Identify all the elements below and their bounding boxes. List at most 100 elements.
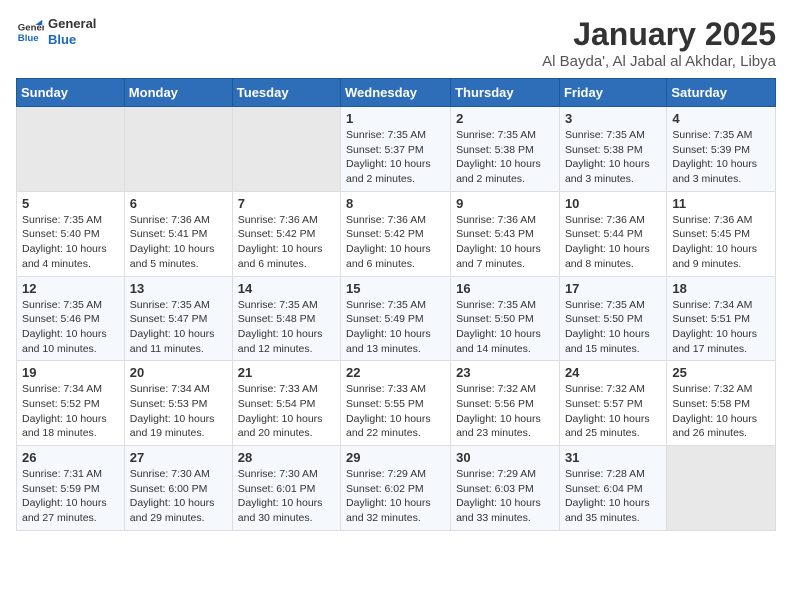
day-info: Sunrise: 7:36 AMSunset: 5:41 PMDaylight:… [130,213,227,272]
day-cell: 16Sunrise: 7:35 AMSunset: 5:50 PMDayligh… [451,276,560,361]
day-cell: 31 Sunrise: 7:28 AMSunset: 6:04 PMDayligh… [559,446,666,531]
day-info: Sunrise: 7:36 AMSunset: 5:45 PMDaylight:… [672,213,770,272]
day-cell: 8 Sunrise: 7:36 AMSunset: 5:42 PMDaylight… [341,191,451,276]
week-row-5: 26 Sunrise: 7:31 AMSunset: 5:59 PMDayligh… [17,446,776,531]
day-number: 31 [565,450,661,465]
day-cell: 4Sunrise: 7:35 AMSunset: 5:39 PMDaylight… [667,107,776,192]
day-cell: 14 Sunrise: 7:35 AMSunset: 5:48 PMDayligh… [232,276,340,361]
day-number: 9 [456,196,554,211]
day-number: 24 [565,365,661,380]
day-info: Sunrise: 7:36 AMSunset: 5:42 PMDaylight:… [346,213,445,272]
header-cell-monday: Monday [124,79,232,107]
day-info: Sunrise: 7:29 AMSunset: 6:02 PMDaylight:… [346,467,445,526]
svg-text:Blue: Blue [18,32,39,43]
day-info: Sunrise: 7:36 AMSunset: 5:42 PMDaylight:… [238,213,335,272]
day-cell: 22Sunrise: 7:33 AMSunset: 5:55 PMDayligh… [341,361,451,446]
calendar-table: SundayMondayTuesdayWednesdayThursdayFrid… [16,78,776,531]
day-cell: 26 Sunrise: 7:31 AMSunset: 5:59 PMDayligh… [17,446,125,531]
day-info: Sunrise: 7:28 AMSunset: 6:04 PMDaylight:… [565,467,661,526]
header-row: SundayMondayTuesdayWednesdayThursdayFrid… [17,79,776,107]
day-cell: 7 Sunrise: 7:36 AMSunset: 5:42 PMDaylight… [232,191,340,276]
week-row-3: 12 Sunrise: 7:35 AMSunset: 5:46 PMDayligh… [17,276,776,361]
day-number: 18 [672,281,770,296]
day-cell: 25 Sunrise: 7:32 AMSunset: 5:58 PMDayligh… [667,361,776,446]
day-number: 10 [565,196,661,211]
day-number: 30 [456,450,554,465]
header-cell-friday: Friday [559,79,666,107]
week-row-1: 1Sunrise: 7:35 AMSunset: 5:37 PMDaylight… [17,107,776,192]
day-cell [124,107,232,192]
day-cell: 20Sunrise: 7:34 AMSunset: 5:53 PMDayligh… [124,361,232,446]
day-number: 14 [238,281,335,296]
day-number: 13 [130,281,227,296]
day-number: 15 [346,281,445,296]
day-info: Sunrise: 7:35 AMSunset: 5:47 PMDaylight:… [130,298,227,357]
day-cell [667,446,776,531]
day-info: Sunrise: 7:35 AMSunset: 5:50 PMDaylight:… [565,298,661,357]
day-info: Sunrise: 7:34 AMSunset: 5:53 PMDaylight:… [130,382,227,441]
day-cell: 11Sunrise: 7:36 AMSunset: 5:45 PMDayligh… [667,191,776,276]
day-cell: 13 Sunrise: 7:35 AMSunset: 5:47 PMDayligh… [124,276,232,361]
day-info: Sunrise: 7:36 AMSunset: 5:43 PMDaylight:… [456,213,554,272]
day-cell: 30 Sunrise: 7:29 AMSunset: 6:03 PMDayligh… [451,446,560,531]
day-number: 27 [130,450,227,465]
day-info: Sunrise: 7:36 AMSunset: 5:44 PMDaylight:… [565,213,661,272]
day-info: Sunrise: 7:31 AMSunset: 5:59 PMDaylight:… [22,467,119,526]
header-cell-sunday: Sunday [17,79,125,107]
day-number: 4 [672,111,770,126]
week-row-2: 5Sunrise: 7:35 AMSunset: 5:40 PMDaylight… [17,191,776,276]
day-cell: 5Sunrise: 7:35 AMSunset: 5:40 PMDaylight… [17,191,125,276]
day-info: Sunrise: 7:30 AMSunset: 6:01 PMDaylight:… [238,467,335,526]
day-cell: 23Sunrise: 7:32 AMSunset: 5:56 PMDayligh… [451,361,560,446]
calendar-title: January 2025 [542,16,776,53]
day-info: Sunrise: 7:35 AMSunset: 5:46 PMDaylight:… [22,298,119,357]
day-cell: 9 Sunrise: 7:36 AMSunset: 5:43 PMDaylight… [451,191,560,276]
day-cell: 21 Sunrise: 7:33 AMSunset: 5:54 PMDayligh… [232,361,340,446]
day-cell: 27 Sunrise: 7:30 AMSunset: 6:00 PMDayligh… [124,446,232,531]
header-cell-tuesday: Tuesday [232,79,340,107]
day-number: 6 [130,196,227,211]
day-info: Sunrise: 7:29 AMSunset: 6:03 PMDaylight:… [456,467,554,526]
day-info: Sunrise: 7:35 AMSunset: 5:49 PMDaylight:… [346,298,445,357]
day-info: Sunrise: 7:34 AMSunset: 5:52 PMDaylight:… [22,382,119,441]
day-cell: 12 Sunrise: 7:35 AMSunset: 5:46 PMDayligh… [17,276,125,361]
day-cell: 3Sunrise: 7:35 AMSunset: 5:38 PMDaylight… [559,107,666,192]
header: General Blue General Blue January 2025 A… [16,16,776,70]
day-number: 2 [456,111,554,126]
day-number: 12 [22,281,119,296]
calendar-subtitle: Al Bayda', Al Jabal al Akhdar, Libya [542,53,776,70]
day-number: 3 [565,111,661,126]
day-cell: 15 Sunrise: 7:35 AMSunset: 5:49 PMDayligh… [341,276,451,361]
day-cell: 28Sunrise: 7:30 AMSunset: 6:01 PMDayligh… [232,446,340,531]
day-cell [232,107,340,192]
day-cell [17,107,125,192]
day-info: Sunrise: 7:35 AMSunset: 5:40 PMDaylight:… [22,213,119,272]
day-info: Sunrise: 7:30 AMSunset: 6:00 PMDaylight:… [130,467,227,526]
day-number: 17 [565,281,661,296]
logo-icon: General Blue [16,18,44,46]
title-section: January 2025 Al Bayda', Al Jabal al Akhd… [542,16,776,70]
day-cell: 19 Sunrise: 7:34 AMSunset: 5:52 PMDayligh… [17,361,125,446]
day-number: 19 [22,365,119,380]
day-number: 25 [672,365,770,380]
logo-text: General Blue [48,16,96,47]
day-info: Sunrise: 7:32 AMSunset: 5:58 PMDaylight:… [672,382,770,441]
day-cell: 2 Sunrise: 7:35 AMSunset: 5:38 PMDaylight… [451,107,560,192]
day-cell: 1Sunrise: 7:35 AMSunset: 5:37 PMDaylight… [341,107,451,192]
day-cell: 17 Sunrise: 7:35 AMSunset: 5:50 PMDayligh… [559,276,666,361]
day-info: Sunrise: 7:34 AMSunset: 5:51 PMDaylight:… [672,298,770,357]
day-number: 26 [22,450,119,465]
week-row-4: 19 Sunrise: 7:34 AMSunset: 5:52 PMDayligh… [17,361,776,446]
header-cell-thursday: Thursday [451,79,560,107]
day-number: 7 [238,196,335,211]
day-info: Sunrise: 7:35 AMSunset: 5:48 PMDaylight:… [238,298,335,357]
day-cell: 24 Sunrise: 7:32 AMSunset: 5:57 PMDayligh… [559,361,666,446]
day-info: Sunrise: 7:35 AMSunset: 5:38 PMDaylight:… [456,128,554,187]
day-cell: 10 Sunrise: 7:36 AMSunset: 5:44 PMDayligh… [559,191,666,276]
day-number: 21 [238,365,335,380]
day-info: Sunrise: 7:35 AMSunset: 5:50 PMDaylight:… [456,298,554,357]
day-info: Sunrise: 7:32 AMSunset: 5:57 PMDaylight:… [565,382,661,441]
day-info: Sunrise: 7:33 AMSunset: 5:54 PMDaylight:… [238,382,335,441]
day-number: 8 [346,196,445,211]
day-number: 1 [346,111,445,126]
